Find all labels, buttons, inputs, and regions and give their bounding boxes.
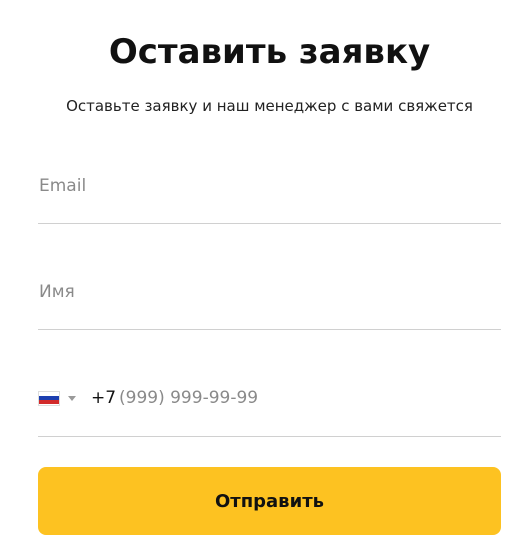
russia-flag-icon	[38, 390, 60, 406]
form-title: Оставить заявку	[108, 32, 431, 72]
form-subtitle: Оставьте заявку и наш менеджер с вами св…	[66, 97, 473, 115]
submit-button[interactable]: Отправить	[38, 467, 501, 535]
country-selector[interactable]	[38, 386, 80, 410]
chevron-down-icon	[68, 395, 76, 401]
email-field[interactable]	[38, 168, 503, 204]
name-field[interactable]	[38, 274, 503, 310]
phone-field[interactable]	[118, 386, 500, 410]
name-field-container	[38, 274, 503, 330]
dial-code: +7	[91, 388, 117, 408]
email-field-container	[38, 168, 503, 224]
phone-field-container: +7	[38, 386, 501, 437]
